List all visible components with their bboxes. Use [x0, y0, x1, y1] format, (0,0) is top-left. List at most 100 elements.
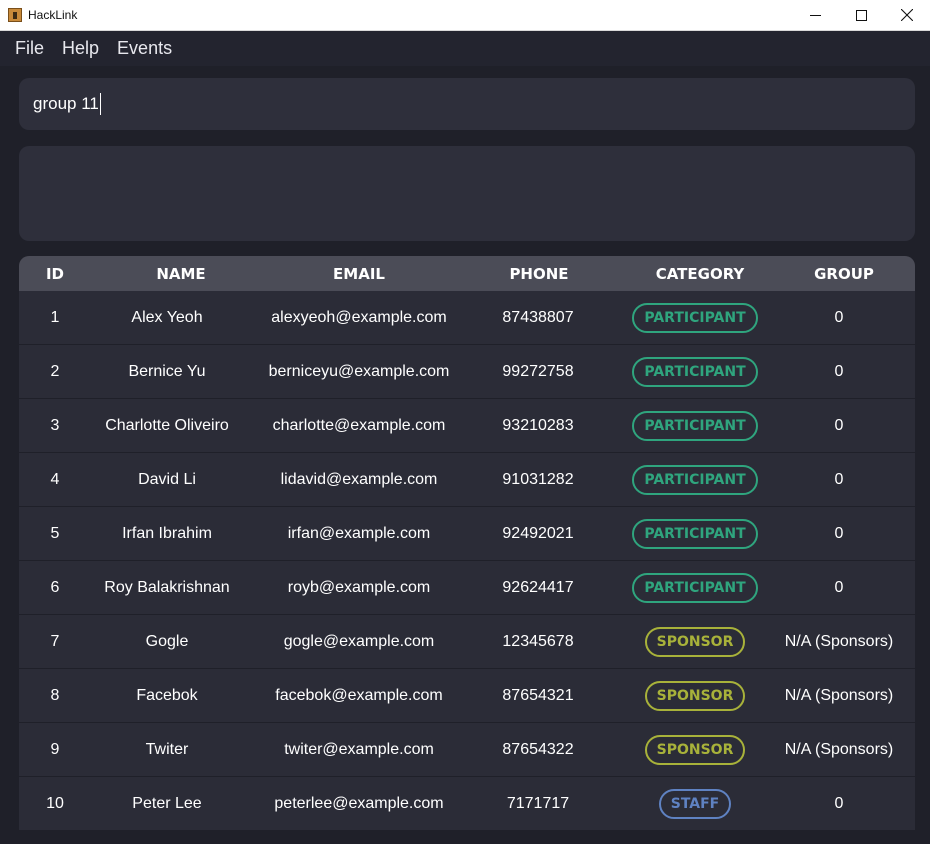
email-text: charlotte@example.com — [272, 417, 446, 434]
cell-email: alexyeoh@example.com — [259, 291, 459, 345]
name-text: Facebok — [136, 687, 198, 704]
name-text: Twiter — [145, 741, 189, 758]
cell-email: gogle@example.com — [259, 615, 459, 669]
minimize-button[interactable] — [792, 0, 838, 30]
email-text: lidavid@example.com — [280, 471, 438, 488]
header-name[interactable]: NAME — [131, 265, 231, 283]
name-text: Gogle — [145, 633, 189, 650]
category-badge: SPONSOR — [644, 735, 746, 765]
menu-events[interactable]: Events — [117, 38, 172, 59]
window-controls — [792, 0, 930, 30]
phone-text: 87654321 — [502, 687, 574, 704]
cell-name: Facebok — [67, 669, 267, 723]
table-row[interactable]: 4 David Li lidavid@example.com 91031282 PART… — [19, 453, 915, 507]
close-icon — [901, 9, 913, 21]
phone-text: 91031282 — [502, 471, 574, 488]
header-category[interactable]: CATEGORY — [635, 265, 765, 283]
email-text: irfan@example.com — [287, 525, 431, 542]
cell-name: Gogle — [67, 615, 267, 669]
name-text: Charlotte Oliveiro — [105, 417, 229, 434]
cell-group: N/A (Sponsors) — [739, 723, 915, 777]
id-text: 2 — [50, 363, 60, 380]
group-text: N/A (Sponsors) — [784, 741, 894, 758]
category-badge: STAFF — [658, 789, 732, 819]
phone-text: 87654322 — [502, 741, 574, 758]
table-row[interactable]: 8 Facebok facebok@example.com 87654321 SPONS… — [19, 669, 915, 723]
group-text: 0 — [834, 795, 844, 812]
maximize-button[interactable] — [838, 0, 884, 30]
phone-text: 92492021 — [502, 525, 574, 542]
table-row[interactable]: 1 Alex Yeoh alexyeoh@example.com 87438807 PA… — [19, 291, 915, 345]
phone-text: 87438807 — [502, 309, 574, 326]
id-text: 1 — [50, 309, 60, 326]
email-text: peterlee@example.com — [274, 795, 444, 812]
hacklink-app-icon — [8, 8, 22, 22]
id-text: 3 — [50, 417, 60, 434]
command-input[interactable]: group 11 — [33, 93, 101, 115]
header-phone[interactable]: PHONE — [489, 265, 589, 283]
id-text: 4 — [50, 471, 60, 488]
cell-email: facebok@example.com — [259, 669, 459, 723]
header-group[interactable]: GROUP — [789, 265, 899, 283]
group-text: N/A (Sponsors) — [784, 687, 894, 704]
cell-email: peterlee@example.com — [259, 777, 459, 830]
email-text: royb@example.com — [287, 579, 431, 596]
email-text: berniceyu@example.com — [268, 363, 450, 380]
window-title: HackLink — [28, 8, 78, 22]
id-text: 6 — [50, 579, 60, 596]
name-text: Roy Balakrishnan — [104, 579, 230, 596]
cell-email: berniceyu@example.com — [259, 345, 459, 399]
cell-name: Irfan Ibrahim — [67, 507, 267, 561]
phone-text: 93210283 — [502, 417, 574, 434]
table-row[interactable]: 7 Gogle gogle@example.com 12345678 SPONSOR N/… — [19, 615, 915, 669]
phone-text: 99272758 — [502, 363, 574, 380]
id-text: 10 — [46, 795, 64, 812]
cell-email: irfan@example.com — [259, 507, 459, 561]
id-text: 8 — [50, 687, 60, 704]
name-text: Irfan Ibrahim — [122, 525, 212, 542]
name-text: Peter Lee — [132, 795, 202, 812]
cell-name: Roy Balakrishnan — [67, 561, 267, 615]
name-text: Alex Yeoh — [131, 309, 203, 326]
title-bar: HackLink — [0, 0, 930, 31]
name-text: David Li — [138, 471, 196, 488]
phone-text: 7171717 — [506, 795, 570, 812]
cell-email: charlotte@example.com — [259, 399, 459, 453]
table-row[interactable]: 6 Roy Balakrishnan royb@example.com 9262441… — [19, 561, 915, 615]
group-text: 0 — [834, 309, 844, 326]
email-text: alexyeoh@example.com — [271, 309, 447, 326]
id-text: 9 — [50, 741, 60, 758]
cell-group: 0 — [739, 777, 915, 830]
table-row[interactable]: 3 Charlotte Oliveiro charlotte@example.com… — [19, 399, 915, 453]
table-row[interactable]: 2 Bernice Yu berniceyu@example.com 99272758… — [19, 345, 915, 399]
text-caret — [99, 93, 101, 115]
email-text: gogle@example.com — [283, 633, 435, 650]
cell-group: 0 — [739, 507, 915, 561]
table-row[interactable]: 10 Peter Lee peterlee@example.com 7171717 ST… — [19, 777, 915, 830]
menu-help[interactable]: Help — [62, 38, 99, 59]
phone-text: 12345678 — [502, 633, 574, 650]
group-text: 0 — [834, 525, 844, 542]
result-display — [19, 146, 915, 241]
cell-name: David Li — [67, 453, 267, 507]
id-text: 7 — [50, 633, 60, 650]
group-text: 0 — [834, 579, 844, 596]
cell-group: 0 — [739, 345, 915, 399]
close-button[interactable] — [884, 0, 930, 30]
table-row[interactable]: 5 Irfan Ibrahim irfan@example.com 92492021 P… — [19, 507, 915, 561]
command-box[interactable]: group 11 — [19, 78, 915, 130]
id-text: 5 — [50, 525, 60, 542]
cell-group: 0 — [739, 453, 915, 507]
group-text: 0 — [834, 363, 844, 380]
table-row[interactable]: 9 Twiter twiter@example.com 87654322 SPONSOR… — [19, 723, 915, 777]
cell-email: royb@example.com — [259, 561, 459, 615]
command-input-text: group 11 — [33, 94, 99, 113]
group-text: 0 — [834, 471, 844, 488]
table-header: ID NAME EMAIL PHONE CATEGORY GROUP — [19, 256, 915, 291]
menu-file[interactable]: File — [15, 38, 44, 59]
email-text: twiter@example.com — [284, 741, 434, 758]
header-id[interactable]: ID — [35, 265, 75, 283]
cell-group: N/A (Sponsors) — [739, 615, 915, 669]
header-email[interactable]: EMAIL — [309, 265, 409, 283]
category-badge: SPONSOR — [644, 681, 746, 711]
